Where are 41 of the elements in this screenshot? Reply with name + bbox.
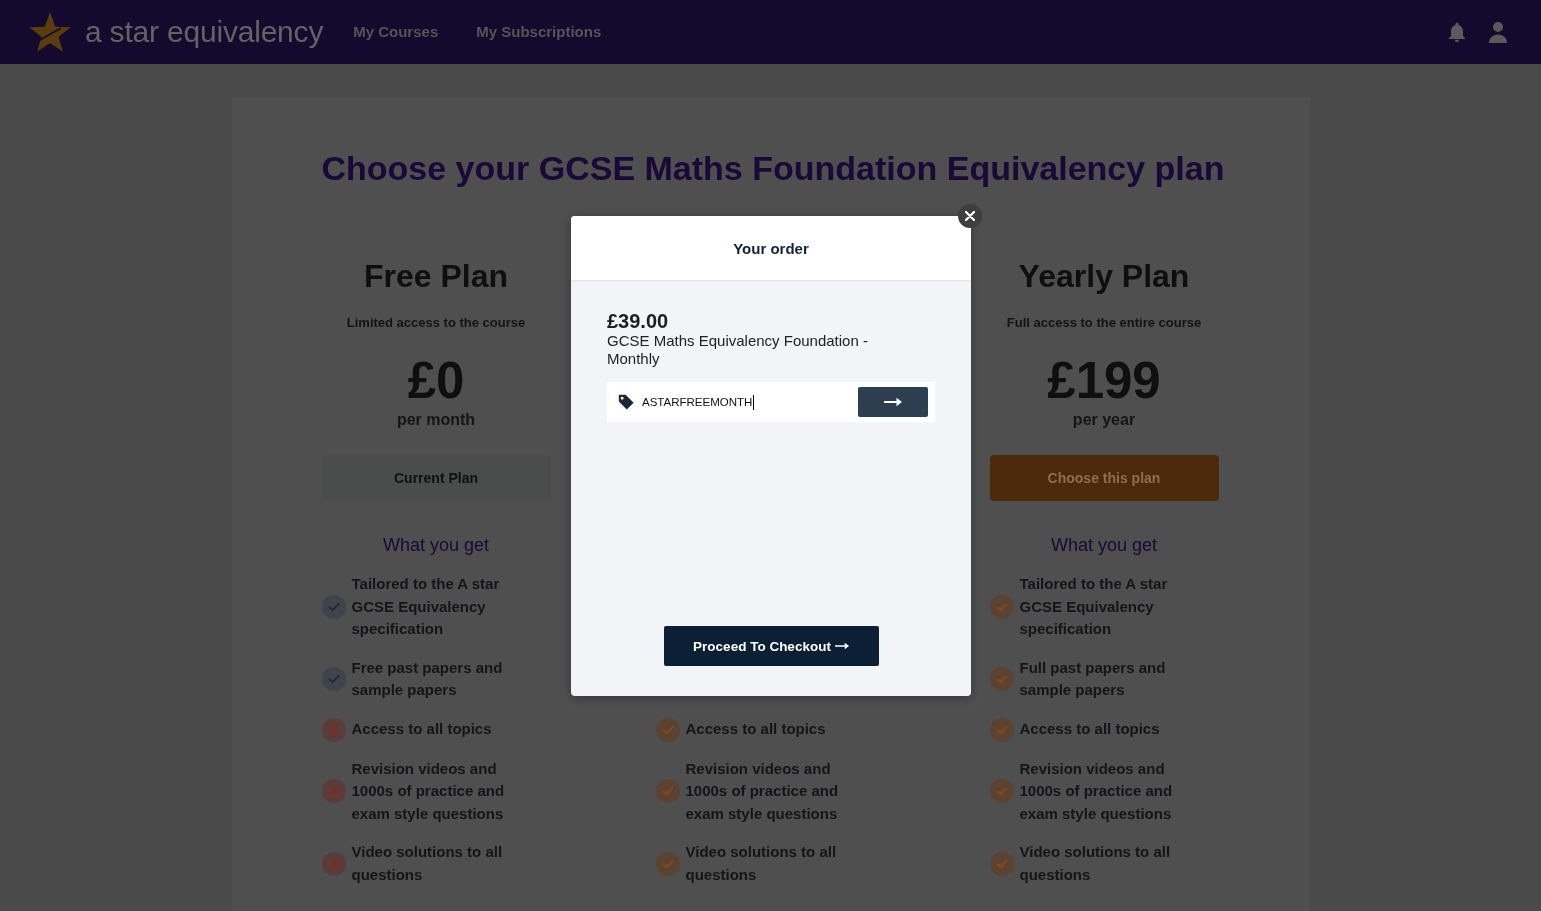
apply-button[interactable] [858, 387, 928, 417]
plan-subtitle: Limited access to the course [346, 315, 526, 331]
plan-title: Free Plan [363, 257, 509, 295]
feature-text: Full past papers and sample papers [1019, 657, 1167, 700]
feature-text: Tailored to the A star GCSE Equivalency specification [1019, 574, 1169, 639]
arrow-right-icon [884, 397, 902, 407]
bell-icon[interactable] [1449, 22, 1465, 42]
feature-text: Video solutions to all questions [1019, 842, 1172, 885]
feature-text: Access to all topics [351, 719, 493, 740]
plan-subtitle: Full access to the entire course [1006, 315, 1202, 331]
product-name: GCSE Maths Equivalency Foundation - Monthly [607, 332, 869, 368]
feature-text: Video solutions to all questions [351, 842, 504, 885]
feature-text: Free past papers and sample papers [351, 657, 504, 700]
user-icon[interactable] [1489, 21, 1507, 43]
star-logo-icon [27, 10, 73, 54]
feature-text: Access to all topics [1019, 719, 1161, 740]
plan-period: per month [396, 410, 476, 430]
nav-link[interactable]: My Courses [353, 20, 439, 44]
order-price: £39.00 [607, 310, 670, 332]
close-icon [965, 211, 975, 221]
plan-button[interactable]: Current Plan [321, 455, 551, 501]
feature-text: Revision videos and 1000s of practice and exam style questions [351, 758, 506, 824]
features-heading: What you get [1050, 534, 1158, 556]
arrow-right-icon [834, 642, 849, 650]
feature-text: Tailored to the A star GCSE Equivalency specification [351, 574, 501, 639]
feature-text: Revision videos and 1000s of practice and exam style questions [1019, 758, 1174, 824]
logo-text: a star equivalency [85, 17, 324, 47]
plan-title: Yearly Plan [1018, 257, 1190, 295]
nav-link[interactable]: My Subscriptions [476, 20, 602, 44]
checkout-button[interactable]: Proceed To Checkout [663, 626, 879, 666]
plan-period: per year [1072, 410, 1136, 430]
features-heading: What you get [382, 534, 490, 556]
tag-icon [618, 394, 634, 410]
plan-button[interactable]: Choose this plan [989, 455, 1219, 501]
feature-text: Access to all topics [685, 719, 827, 740]
plan-price: £0 [407, 353, 465, 409]
feature-text: Revision videos and 1000s of practice and exam style questions [685, 758, 840, 824]
plan-price: £199 [1047, 353, 1161, 409]
coupon-field[interactable]: ASTARFREEMONTH [607, 382, 935, 422]
feature-text: Video solutions to all questions [685, 842, 838, 885]
dialog-title: Your order [733, 239, 809, 257]
